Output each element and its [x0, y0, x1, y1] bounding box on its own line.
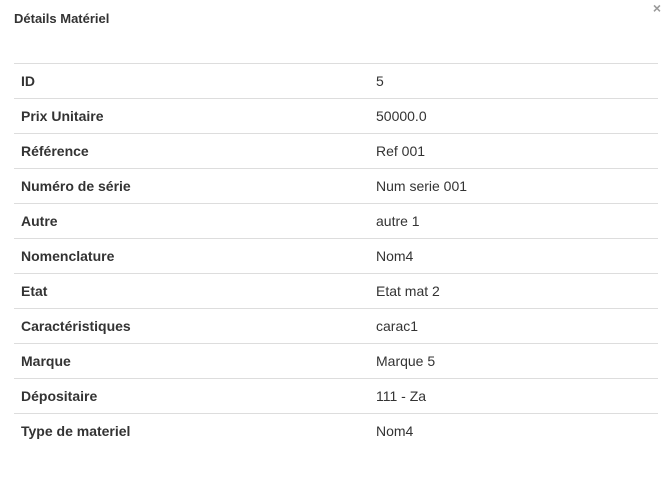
close-icon[interactable]: × [651, 1, 663, 15]
row-label: ID [14, 63, 369, 99]
table-row-id: ID 5 [14, 63, 658, 99]
row-label: Numéro de série [14, 168, 369, 204]
row-label: Caractéristiques [14, 308, 369, 344]
row-label: Marque [14, 343, 369, 379]
row-value: Etat mat 2 [369, 273, 658, 309]
row-value: Ref 001 [369, 133, 658, 169]
row-value: 50000.0 [369, 98, 658, 134]
table-row-type-materiel: Type de materiel Nom4 [14, 413, 658, 449]
row-label: Référence [14, 133, 369, 169]
table-row-numero-serie: Numéro de série Num serie 001 [14, 168, 658, 204]
row-label: Etat [14, 273, 369, 309]
table-row-etat: Etat Etat mat 2 [14, 273, 658, 309]
row-value: Nom4 [369, 413, 658, 449]
row-value: Num serie 001 [369, 168, 658, 204]
details-modal: Détails Matériel × ID 5 Prix Unitaire 50… [0, 0, 671, 498]
row-value: 5 [369, 63, 658, 99]
modal-title: Détails Matériel [14, 11, 110, 26]
table-row-depositaire: Dépositaire 111 - Za [14, 378, 658, 414]
row-label: Type de materiel [14, 413, 369, 449]
row-label: Autre [14, 203, 369, 239]
details-table: ID 5 Prix Unitaire 50000.0 Référence Ref… [14, 63, 658, 449]
table-row-prix-unitaire: Prix Unitaire 50000.0 [14, 98, 658, 134]
row-value: carac1 [369, 308, 658, 344]
row-label: Dépositaire [14, 378, 369, 414]
table-row-reference: Référence Ref 001 [14, 133, 658, 169]
row-value: autre 1 [369, 203, 658, 239]
table-row-marque: Marque Marque 5 [14, 343, 658, 379]
row-value: Marque 5 [369, 343, 658, 379]
table-row-nomenclature: Nomenclature Nom4 [14, 238, 658, 274]
row-label: Nomenclature [14, 238, 369, 274]
row-value: 111 - Za [369, 378, 658, 414]
row-label: Prix Unitaire [14, 98, 369, 134]
table-row-autre: Autre autre 1 [14, 203, 658, 239]
table-row-caracteristiques: Caractéristiques carac1 [14, 308, 658, 344]
row-value: Nom4 [369, 238, 658, 274]
